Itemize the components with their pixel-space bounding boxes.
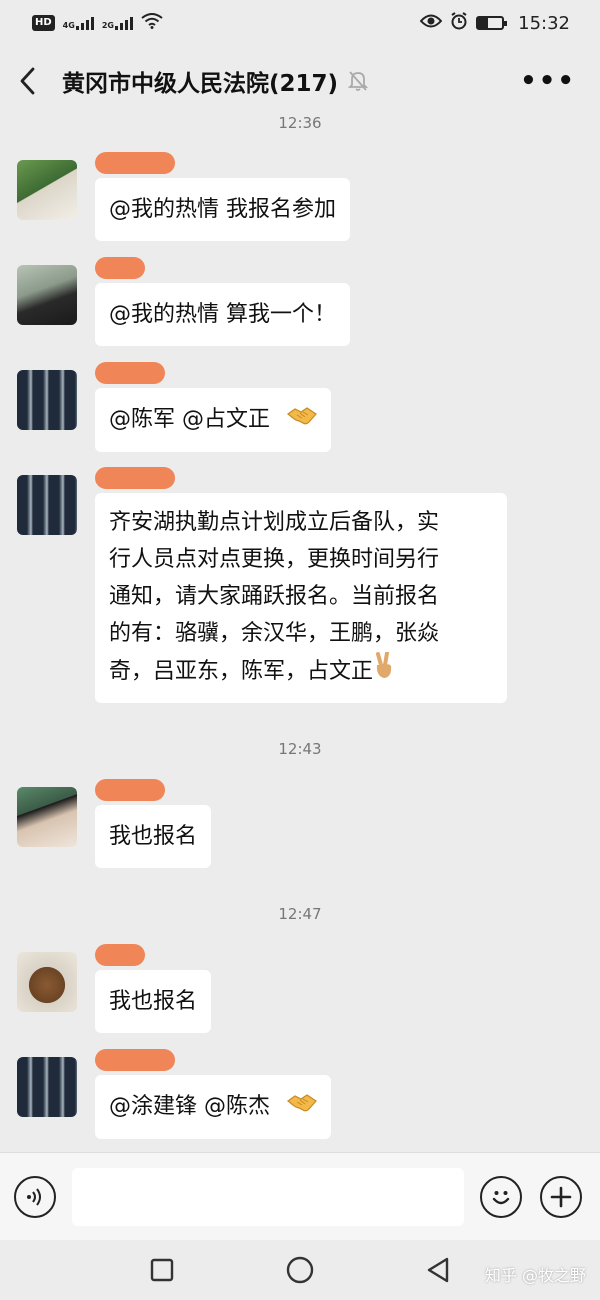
avatar-man[interactable]: [17, 265, 77, 325]
message-row: @我的热情 我报名参加: [17, 152, 350, 241]
message-bubble[interactable]: @陈军 @占文正: [95, 388, 331, 452]
timestamp: 12:47: [278, 905, 322, 923]
watermark: 知乎 @牧之野: [484, 1266, 586, 1285]
victory-hand-emoji: [373, 651, 395, 692]
triangle-back-icon: [427, 1257, 449, 1283]
message-text: @涂建锋 @陈杰: [109, 1094, 270, 1119]
voice-icon: [27, 1187, 41, 1206]
avatar-police[interactable]: [17, 475, 77, 535]
message-text: @陈军 @占文正: [109, 407, 270, 432]
message-row: @涂建锋 @陈杰: [17, 1049, 331, 1139]
voice-input-button[interactable]: [14, 1175, 56, 1218]
more-functions-button[interactable]: [540, 1175, 582, 1218]
muted-bell-icon: [348, 70, 370, 92]
battery-icon: [476, 16, 508, 30]
redacted-sender-name: [95, 779, 165, 801]
status-right: 15:32: [419, 11, 570, 35]
emoji-button[interactable]: [480, 1175, 522, 1218]
redacted-sender-name: [95, 152, 175, 174]
message-bubble[interactable]: @我的热情 我报名参加: [95, 178, 350, 241]
redacted-sender-name: [95, 1049, 175, 1071]
message-bubble[interactable]: @涂建锋 @陈杰: [95, 1075, 331, 1139]
message-bubble[interactable]: 我也报名: [95, 805, 212, 868]
message-line: 通知，请大家踊跃报名。当前报名: [109, 584, 440, 609]
signal-4g-icon: 4G: [63, 16, 94, 30]
eye-icon: [419, 13, 443, 33]
clock-text: 15:32: [518, 12, 570, 34]
avatar-police[interactable]: [17, 370, 77, 430]
chat-header: 黄冈市中级人民法院(217) •••: [0, 52, 600, 110]
plus-icon: [550, 1186, 572, 1207]
message-line: 齐安湖执勤点计划成立后备队，实: [109, 510, 440, 535]
back-button[interactable]: [424, 1256, 452, 1284]
message-bubble[interactable]: 我也报名: [95, 970, 212, 1033]
home-button[interactable]: [286, 1256, 314, 1284]
recent-apps-button[interactable]: [148, 1256, 176, 1284]
avatar-police[interactable]: [17, 1057, 77, 1117]
alarm-icon: [450, 11, 468, 35]
signal-2g-icon: 2G: [102, 16, 133, 30]
message-input[interactable]: [72, 1167, 464, 1226]
message-line: 的有：骆骥，余汉华，王鹏，张焱: [109, 621, 440, 646]
redacted-sender-name: [95, 944, 145, 966]
smiley-icon: [492, 1190, 510, 1204]
message-row: 齐安湖执勤点计划成立后备队，实 行人员点对点更换，更换时间另行 通知，请大家踊跃…: [17, 467, 507, 703]
wifi-icon: [141, 12, 163, 34]
message-row: @我的热情 算我一个！: [17, 257, 350, 346]
redacted-sender-name: [95, 467, 175, 489]
handshake-emoji: [287, 1089, 317, 1126]
hd-badge: HD: [32, 15, 55, 31]
avatar-girl[interactable]: [17, 160, 77, 220]
message-line: 奇，吕亚东，陈军，占文正: [109, 651, 493, 692]
avatar-bear[interactable]: [17, 952, 77, 1012]
message-line: 行人员点对点更换，更换时间另行: [109, 547, 440, 572]
timestamp: 12:43: [278, 740, 322, 758]
message-row: @陈军 @占文正: [17, 362, 331, 452]
input-bar: [0, 1152, 600, 1240]
handshake-emoji: [287, 402, 317, 439]
message-bubble[interactable]: 齐安湖执勤点计划成立后备队，实 行人员点对点更换，更换时间另行 通知，请大家踊跃…: [95, 493, 507, 703]
timestamp: 12:36: [278, 114, 322, 132]
message-row: 我也报名: [17, 944, 212, 1033]
status-left: HD 4G 2G: [32, 12, 163, 34]
message-bubble[interactable]: @我的热情 算我一个！: [95, 283, 350, 346]
message-row: 我也报名: [17, 779, 212, 868]
more-options-icon[interactable]: •••: [520, 66, 576, 96]
chat-area[interactable]: 12:36 @我的热情 我报名参加 @我的热情 算我一个！ @陈军 @占文正 齐…: [0, 110, 600, 1150]
square-icon: [150, 1258, 174, 1282]
redacted-sender-name: [95, 362, 165, 384]
avatar-cap[interactable]: [17, 787, 77, 847]
circle-icon: [286, 1256, 314, 1284]
chat-title: 黄冈市中级人民法院(217): [62, 71, 339, 97]
back-arrow-icon[interactable]: [18, 61, 44, 101]
status-bar: HD 4G 2G 15:32: [0, 0, 600, 46]
redacted-sender-name: [95, 257, 145, 279]
